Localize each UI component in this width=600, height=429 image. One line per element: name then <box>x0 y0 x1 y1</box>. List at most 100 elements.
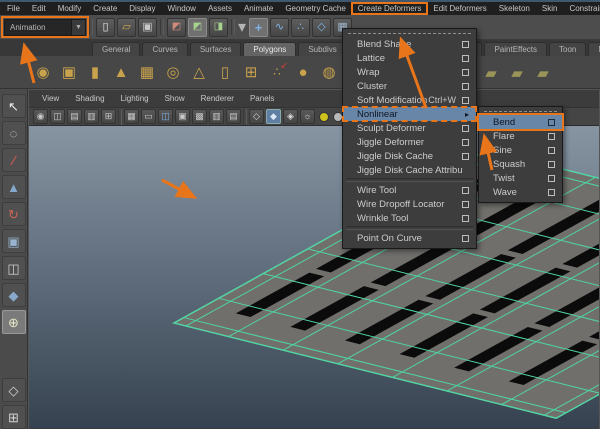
menu-item[interactable]: Wire Dropoff Locator ▸ <box>343 197 476 211</box>
option-box-icon[interactable] <box>548 132 555 140</box>
menu-item[interactable]: Cluster ▸ <box>343 79 476 93</box>
snap-button[interactable] <box>270 17 290 37</box>
panel-menu-item[interactable]: View <box>34 94 67 103</box>
shelf-tool-button[interactable] <box>504 59 530 87</box>
panel-toolbar-button[interactable] <box>209 109 224 124</box>
shelf-tab[interactable]: PaintEffects <box>484 42 547 56</box>
menubar-item[interactable]: Constrain <box>563 3 600 14</box>
menubar-item[interactable]: Skin <box>536 3 564 14</box>
shelf-tool-button[interactable] <box>134 58 160 86</box>
panel-toolbar-button[interactable] <box>84 109 99 124</box>
panel-toolbar-button[interactable] <box>67 109 82 124</box>
menubar-item[interactable]: Animate <box>238 3 279 14</box>
shelf-tab[interactable]: Toon <box>549 42 587 56</box>
menu-item[interactable]: Wrap ▸ <box>343 65 476 79</box>
menu-item[interactable]: Wire Tool ▸ <box>343 183 476 197</box>
option-box-icon[interactable] <box>548 118 555 126</box>
option-box-icon[interactable] <box>462 96 469 104</box>
menubar-item[interactable]: Skeleton <box>493 3 536 14</box>
shelf-tool-button[interactable] <box>264 58 290 86</box>
menu-item[interactable]: Jiggle Disk Cache Attributes ▸ <box>343 163 476 177</box>
shelf-tool-button[interactable] <box>316 58 342 86</box>
menubar-item[interactable]: Edit Deformers <box>427 3 492 14</box>
toolbox-button[interactable] <box>1 175 26 199</box>
option-box-icon[interactable] <box>462 68 469 76</box>
shelf-tool-button[interactable] <box>478 59 504 87</box>
shelf-tab[interactable]: Curves <box>142 42 188 56</box>
toolbox-button[interactable] <box>1 310 26 334</box>
option-box-icon[interactable] <box>462 82 469 90</box>
menubar-item[interactable]: Create Deformers <box>350 2 429 15</box>
panel-menu-item[interactable]: Renderer <box>193 94 242 103</box>
panel-toolbar-button[interactable] <box>50 109 65 124</box>
file-button[interactable] <box>117 17 136 37</box>
snap-group-collapse-button[interactable] <box>238 17 246 37</box>
panel-toolbar-button[interactable] <box>226 109 241 124</box>
panel-toolbar-button[interactable] <box>175 109 190 124</box>
toolbox-button[interactable] <box>1 256 26 280</box>
shelf-tool-button[interactable] <box>290 58 316 86</box>
submenu-item[interactable]: Wave <box>479 185 562 199</box>
file-button[interactable] <box>96 17 115 37</box>
option-box-icon[interactable] <box>548 174 555 182</box>
snap-button[interactable] <box>249 17 269 37</box>
shelf-tool-button[interactable] <box>108 58 134 86</box>
shading-mode-button[interactable] <box>283 109 298 124</box>
menubar-item[interactable]: Assets <box>202 3 238 14</box>
menubar-item[interactable]: Create <box>87 3 123 14</box>
submenu-item[interactable]: Squash <box>479 157 562 171</box>
shelf-tab[interactable]: Polygons <box>243 42 297 56</box>
shelf-tab[interactable]: M <box>588 42 600 56</box>
shelf-tool-button[interactable] <box>30 58 56 86</box>
option-box-icon[interactable] <box>462 138 469 146</box>
option-box-icon[interactable] <box>462 214 469 222</box>
menubar-item[interactable]: File <box>1 3 26 14</box>
toolbox-button[interactable] <box>1 202 26 226</box>
option-box-icon[interactable] <box>462 186 469 194</box>
menu-item[interactable]: Jiggle Disk Cache ▸ <box>343 149 476 163</box>
toolbox-button[interactable] <box>1 229 26 253</box>
file-button[interactable] <box>138 17 157 37</box>
panel-toolbar-button[interactable] <box>124 109 139 124</box>
menu-item[interactable]: Wrinkle Tool ▸ <box>343 211 476 225</box>
toolbox-button[interactable] <box>1 94 26 118</box>
panel-menu-item[interactable]: Lighting <box>113 94 157 103</box>
option-box-icon[interactable] <box>548 188 555 196</box>
shading-mode-button[interactable] <box>300 109 315 124</box>
submenu-item[interactable]: Twist <box>479 171 562 185</box>
shelf-tab[interactable]: Subdivs <box>298 42 347 56</box>
option-box-icon[interactable] <box>548 146 555 154</box>
menubar-item[interactable]: Geometry Cache <box>279 3 351 14</box>
snap-button[interactable] <box>291 17 311 37</box>
submenu-item[interactable]: Flare <box>479 129 562 143</box>
toolbox-button[interactable] <box>1 121 26 145</box>
panel-toolbar-button[interactable] <box>192 109 207 124</box>
shelf-tool-button[interactable] <box>212 58 238 86</box>
menu-item[interactable]: Point On Curve ▸ <box>343 231 476 245</box>
shading-mode-button[interactable] <box>266 109 281 124</box>
menubar-item[interactable]: Modify <box>52 3 88 14</box>
shading-mode-button[interactable] <box>249 109 264 124</box>
menu-item[interactable]: ▸ <box>346 226 473 230</box>
shelf-tab[interactable]: Surfaces <box>189 42 242 56</box>
shelf-tool-button[interactable] <box>160 58 186 86</box>
submenu-item[interactable]: Sine <box>479 143 562 157</box>
menu-item[interactable]: Nonlinear ▸ <box>342 106 477 122</box>
chevron-down-icon[interactable]: ▼ <box>71 19 85 35</box>
menubar-item[interactable]: Display <box>123 3 161 14</box>
menu-item[interactable]: Lattice ▸ <box>343 51 476 65</box>
panel-menu-item[interactable]: Show <box>157 94 193 103</box>
layout-button[interactable] <box>1 405 26 429</box>
shelf-tool-button[interactable] <box>238 58 264 86</box>
submenu-item[interactable]: Bend <box>477 113 564 131</box>
shelf-tool-button[interactable] <box>186 58 212 86</box>
panel-toolbar-button[interactable] <box>33 109 48 124</box>
shelf-tab[interactable]: General <box>92 42 141 56</box>
selection-mask-button[interactable] <box>209 17 228 37</box>
selection-mask-button[interactable] <box>188 17 207 37</box>
menu-item[interactable]: Jiggle Deformer ▸ <box>343 135 476 149</box>
toolbox-button[interactable] <box>1 283 26 307</box>
panel-toolbar-button[interactable] <box>101 109 116 124</box>
option-box-icon[interactable] <box>548 160 555 168</box>
layout-button[interactable] <box>1 378 26 402</box>
